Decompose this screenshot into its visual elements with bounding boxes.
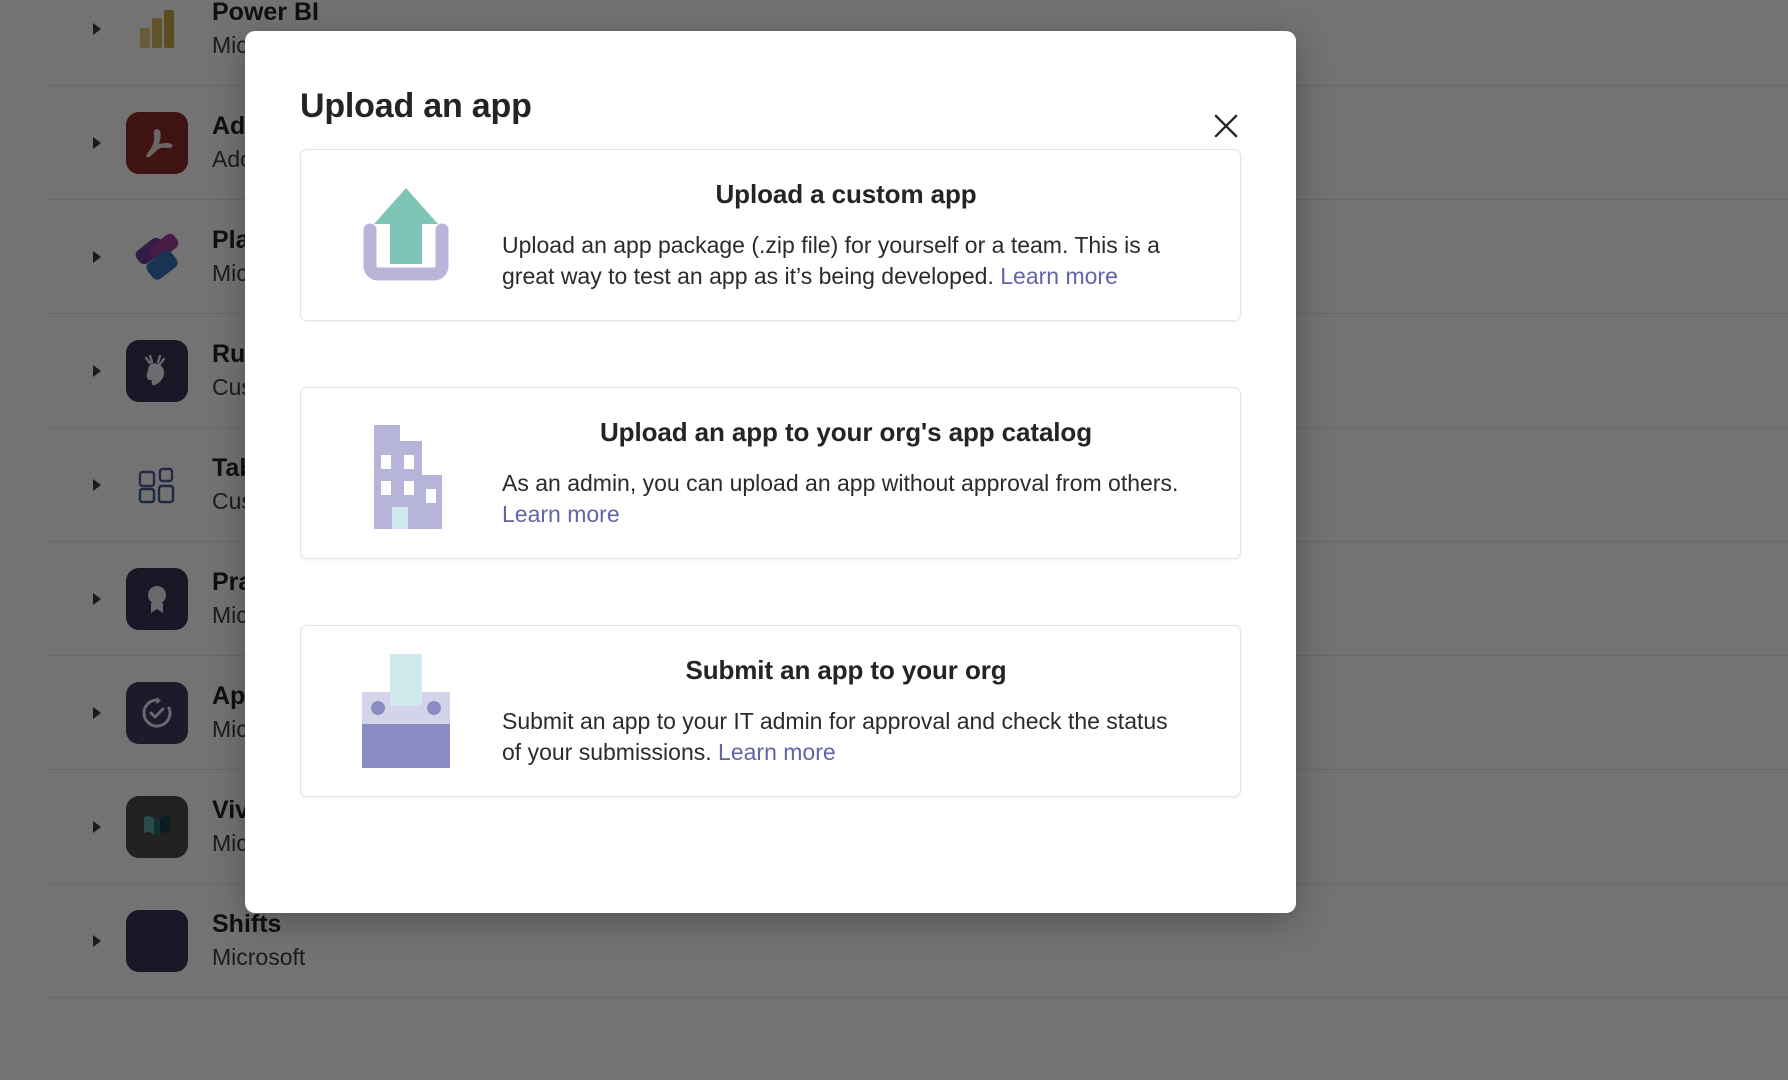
learn-more-link[interactable]: Learn more [718, 739, 836, 765]
close-icon[interactable] [1204, 104, 1248, 148]
card-description-text: As an admin, you can upload an app witho… [502, 470, 1179, 497]
page-title: Upload an app [300, 87, 532, 125]
upload-to-org-catalog-card[interactable]: Upload an app to your org's app catalog … [300, 387, 1241, 559]
card-description: Submit an app to your IT admin for appro… [502, 706, 1190, 767]
card-content: Upload a custom app Upload an app packag… [466, 179, 1200, 291]
upload-arrow-icon [346, 173, 466, 298]
card-title: Submit an app to your org [685, 655, 1007, 686]
card-title: Upload an app to your org's app catalog [600, 417, 1092, 448]
card-description: Upload an app package (.zip file) for yo… [502, 230, 1190, 291]
dialog-header: Upload an app [245, 31, 1296, 149]
card-description: As an admin, you can upload an app witho… [502, 468, 1190, 529]
dialog-body: Upload a custom app Upload an app packag… [245, 149, 1296, 797]
card-title: Upload a custom app [715, 179, 977, 210]
submit-app-to-org-card[interactable]: Submit an app to your org Submit an app … [300, 625, 1241, 797]
upload-custom-app-card[interactable]: Upload a custom app Upload an app packag… [300, 149, 1241, 321]
card-content: Upload an app to your org's app catalog … [466, 417, 1200, 529]
upload-an-app-dialog: Upload an app Upload a custom app Upload… [245, 31, 1296, 913]
card-content: Submit an app to your org Submit an app … [466, 655, 1200, 767]
submit-tray-icon [346, 649, 466, 774]
learn-more-link[interactable]: Learn more [1000, 263, 1118, 289]
org-building-icon [346, 411, 466, 536]
learn-more-link[interactable]: Learn more [502, 501, 620, 527]
